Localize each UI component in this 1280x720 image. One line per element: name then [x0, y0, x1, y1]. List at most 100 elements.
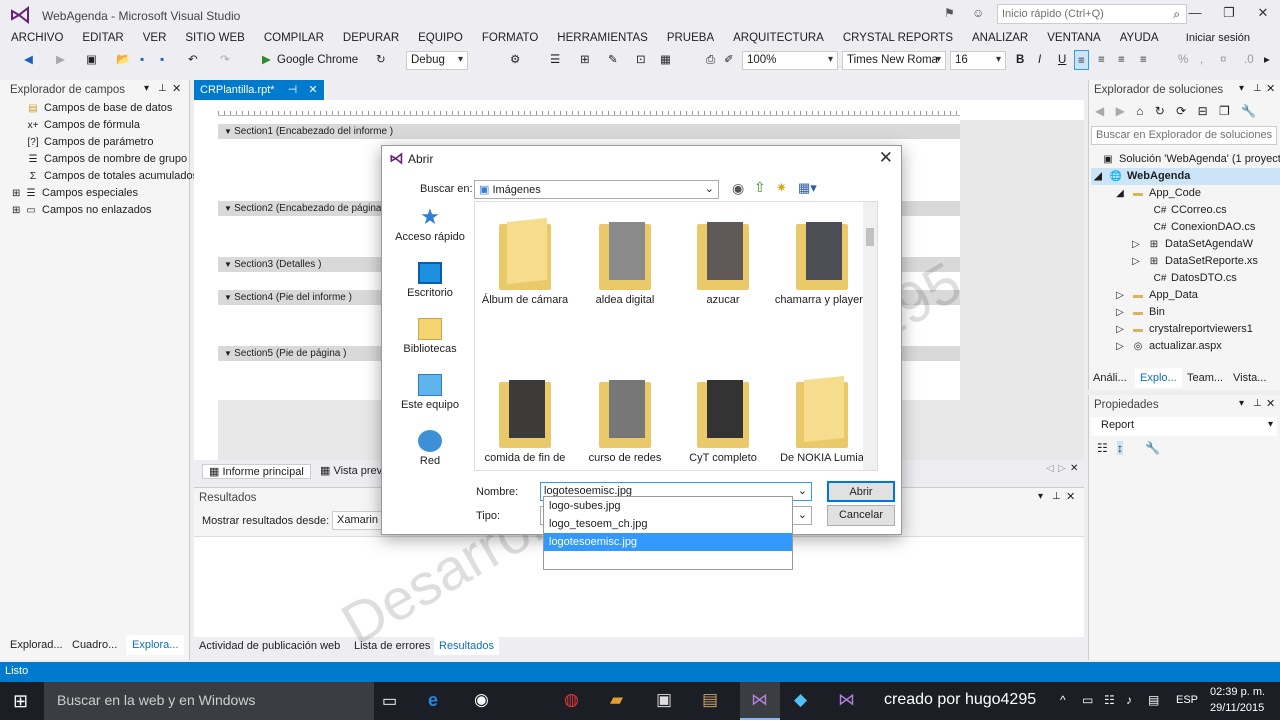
close-tab-icon[interactable]: ✕: [308, 84, 317, 96]
refresh-icon[interactable]: ↻: [376, 50, 386, 70]
close-icon[interactable]: ✕: [1266, 397, 1275, 410]
visual-studio-icon-2[interactable]: ⋈: [838, 690, 855, 710]
tab-class-view[interactable]: Vista...: [1233, 372, 1266, 384]
taskbar-search-box[interactable]: Buscar en la web y en Windows: [44, 682, 374, 720]
chevron-up-icon[interactable]: ^: [1060, 693, 1066, 720]
tab-main-report[interactable]: ▦ Informe principal: [202, 464, 311, 479]
document-tab[interactable]: CRPlantilla.rpt* ⊣ ✕: [194, 80, 324, 100]
folder-item[interactable]: Álbum de cámara: [475, 217, 575, 306]
tab-web-publish-activity[interactable]: Actividad de publicación web: [199, 640, 340, 652]
up-folder-icon[interactable]: ⇧: [754, 179, 766, 196]
brush-icon[interactable]: ✐: [724, 50, 734, 70]
windows-start-icon[interactable]: ⊞: [13, 691, 28, 712]
format-painter-icon[interactable]: ✎: [608, 50, 618, 70]
align-center-icon[interactable]: ≡: [1098, 50, 1105, 70]
scrollbar[interactable]: [863, 202, 877, 470]
panel-dropdown-icon[interactable]: ▾: [1239, 398, 1244, 409]
folder-item[interactable]: CyT completo: [673, 378, 773, 464]
tab-field-explorer[interactable]: Explorad...: [10, 639, 63, 651]
save-icon[interactable]: ▪: [140, 50, 144, 70]
redo-icon[interactable]: ↷: [220, 50, 230, 70]
chrome-icon[interactable]: ◍: [564, 690, 579, 710]
battery-icon[interactable]: ▭: [1082, 693, 1093, 720]
bold-icon[interactable]: B: [1016, 50, 1024, 70]
kodi-icon[interactable]: ◆: [794, 690, 807, 710]
store-icon[interactable]: ▣: [656, 690, 672, 710]
scroll-tabs-left-icon[interactable]: ◁: [1046, 463, 1054, 474]
refresh-icon[interactable]: ⟳: [1176, 104, 1186, 118]
autocomplete-item[interactable]: logo_tesoem_ch.jpg: [544, 515, 792, 533]
properties-icon[interactable]: 🔧: [1241, 104, 1256, 118]
tree-item-app-code[interactable]: ◢ ▬ App_Code: [1113, 185, 1201, 202]
file-explorer-icon[interactable]: ▰: [610, 690, 623, 710]
alphabetical-icon[interactable]: ↕: [1117, 441, 1123, 455]
menu-sitio-web[interactable]: SITIO WEB: [174, 32, 252, 44]
place-this-pc[interactable]: Este equipo: [390, 374, 470, 420]
autocomplete-item-selected[interactable]: logotesoemisc.jpg: [544, 533, 792, 551]
media-icon[interactable]: ◉: [474, 690, 489, 710]
tab-server-explorer[interactable]: Explora...: [126, 635, 185, 655]
menu-formato[interactable]: FORMATO: [471, 32, 546, 44]
panel-dropdown-icon[interactable]: ▾: [1239, 83, 1244, 94]
justify-icon[interactable]: ≡: [1140, 50, 1147, 70]
tree-item-folder[interactable]: ▷ ▬ crystalreportviewers1: [1113, 321, 1253, 338]
expand-icon[interactable]: ⊞: [12, 185, 20, 202]
panel-dropdown-icon[interactable]: ▾: [144, 83, 149, 94]
new-project-icon[interactable]: ▣: [86, 50, 97, 70]
property-pages-icon[interactable]: 🔧: [1145, 441, 1160, 455]
panel-dropdown-icon[interactable]: ▾: [1038, 491, 1043, 502]
pin-icon[interactable]: ⊥: [1052, 491, 1061, 502]
network-icon[interactable]: ☷: [1104, 693, 1115, 720]
format-object-icon[interactable]: ⊡: [636, 50, 646, 70]
forward-icon[interactable]: ▶: [56, 50, 65, 70]
expand-arrow-icon[interactable]: ▷: [1113, 304, 1127, 321]
new-folder-icon[interactable]: ✷: [776, 180, 787, 196]
quick-launch-input[interactable]: Inicio rápido (Ctrl+Q) ⌕: [997, 4, 1187, 24]
tree-item-file[interactable]: ▷ ◎ actualizar.aspx: [1113, 338, 1222, 355]
collapse-all-icon[interactable]: ⊟: [1198, 104, 1208, 118]
menu-analizar[interactable]: ANALIZAR: [961, 32, 1036, 44]
tree-item-database-fields[interactable]: ▤ Campos de base de datos: [26, 100, 172, 117]
zoom-combo[interactable]: 100%: [742, 51, 838, 70]
tree-item-running-total-fields[interactable]: Σ Campos de totales acumulados: [26, 168, 198, 185]
tab-error-list[interactable]: Lista de errores: [354, 640, 430, 652]
toolbar-more-icon[interactable]: ▸: [1264, 50, 1270, 70]
menu-compilar[interactable]: COMPILAR: [253, 32, 332, 44]
language-indicator[interactable]: ESP: [1176, 694, 1198, 720]
decimal-icon[interactable]: .0: [1244, 50, 1254, 70]
expand-arrow-icon[interactable]: ▷: [1113, 338, 1127, 355]
tab-results[interactable]: Resultados: [434, 637, 500, 655]
open-file-icon[interactable]: 📂: [116, 50, 130, 70]
solution-search-input[interactable]: Buscar en Explorador de soluciones: [1091, 126, 1277, 145]
scroll-tabs-right-icon[interactable]: ▷: [1058, 463, 1066, 474]
tree-item-file[interactable]: C# ConexionDAO.cs: [1153, 219, 1256, 236]
folder-item[interactable]: aldea digital: [575, 220, 675, 306]
configuration-combo[interactable]: Debug: [406, 51, 468, 70]
pin-icon[interactable]: ⊣: [288, 84, 298, 96]
menu-ventana[interactable]: VENTANA: [1036, 32, 1108, 44]
report-icon[interactable]: ▦: [660, 50, 671, 70]
close-icon[interactable]: ✕: [1066, 490, 1075, 503]
align-left-icon[interactable]: ≡: [1074, 50, 1089, 70]
minimize-button[interactable]: —: [1178, 0, 1212, 28]
forward-icon[interactable]: ▶: [1116, 104, 1125, 118]
tree-item-solution[interactable]: ▣ Solución 'WebAgenda' (1 proyecto): [1101, 151, 1280, 168]
tab-analysis[interactable]: Análi...: [1093, 372, 1127, 384]
browser-selector[interactable]: Google Chrome: [277, 50, 358, 70]
percent-icon[interactable]: %: [1178, 50, 1188, 70]
clock-date[interactable]: 29/11/2015: [1210, 702, 1264, 720]
tree-item-group-name-fields[interactable]: ☰ Campos de nombre de grupo: [26, 151, 188, 168]
feedback-icon[interactable]: ☺: [972, 6, 984, 20]
menu-ayuda[interactable]: AYUDA: [1109, 32, 1167, 44]
pin-icon[interactable]: ⊥: [1253, 398, 1262, 409]
scrollbar-thumb[interactable]: [866, 228, 874, 246]
visual-studio-taskbar-button[interactable]: ⋈: [740, 682, 780, 720]
expand-arrow-icon[interactable]: ▷: [1113, 287, 1127, 304]
tab-team-explorer[interactable]: Team...: [1187, 372, 1223, 384]
menu-prueba[interactable]: PRUEBA: [656, 32, 722, 44]
tree-item-file[interactable]: C# DatosDTO.cs: [1153, 270, 1237, 287]
close-button[interactable]: ✕: [1246, 0, 1280, 28]
back-icon[interactable]: ◀: [1095, 104, 1104, 118]
expand-arrow-icon[interactable]: ▷: [1129, 236, 1143, 253]
cancel-button[interactable]: Cancelar: [827, 505, 895, 526]
